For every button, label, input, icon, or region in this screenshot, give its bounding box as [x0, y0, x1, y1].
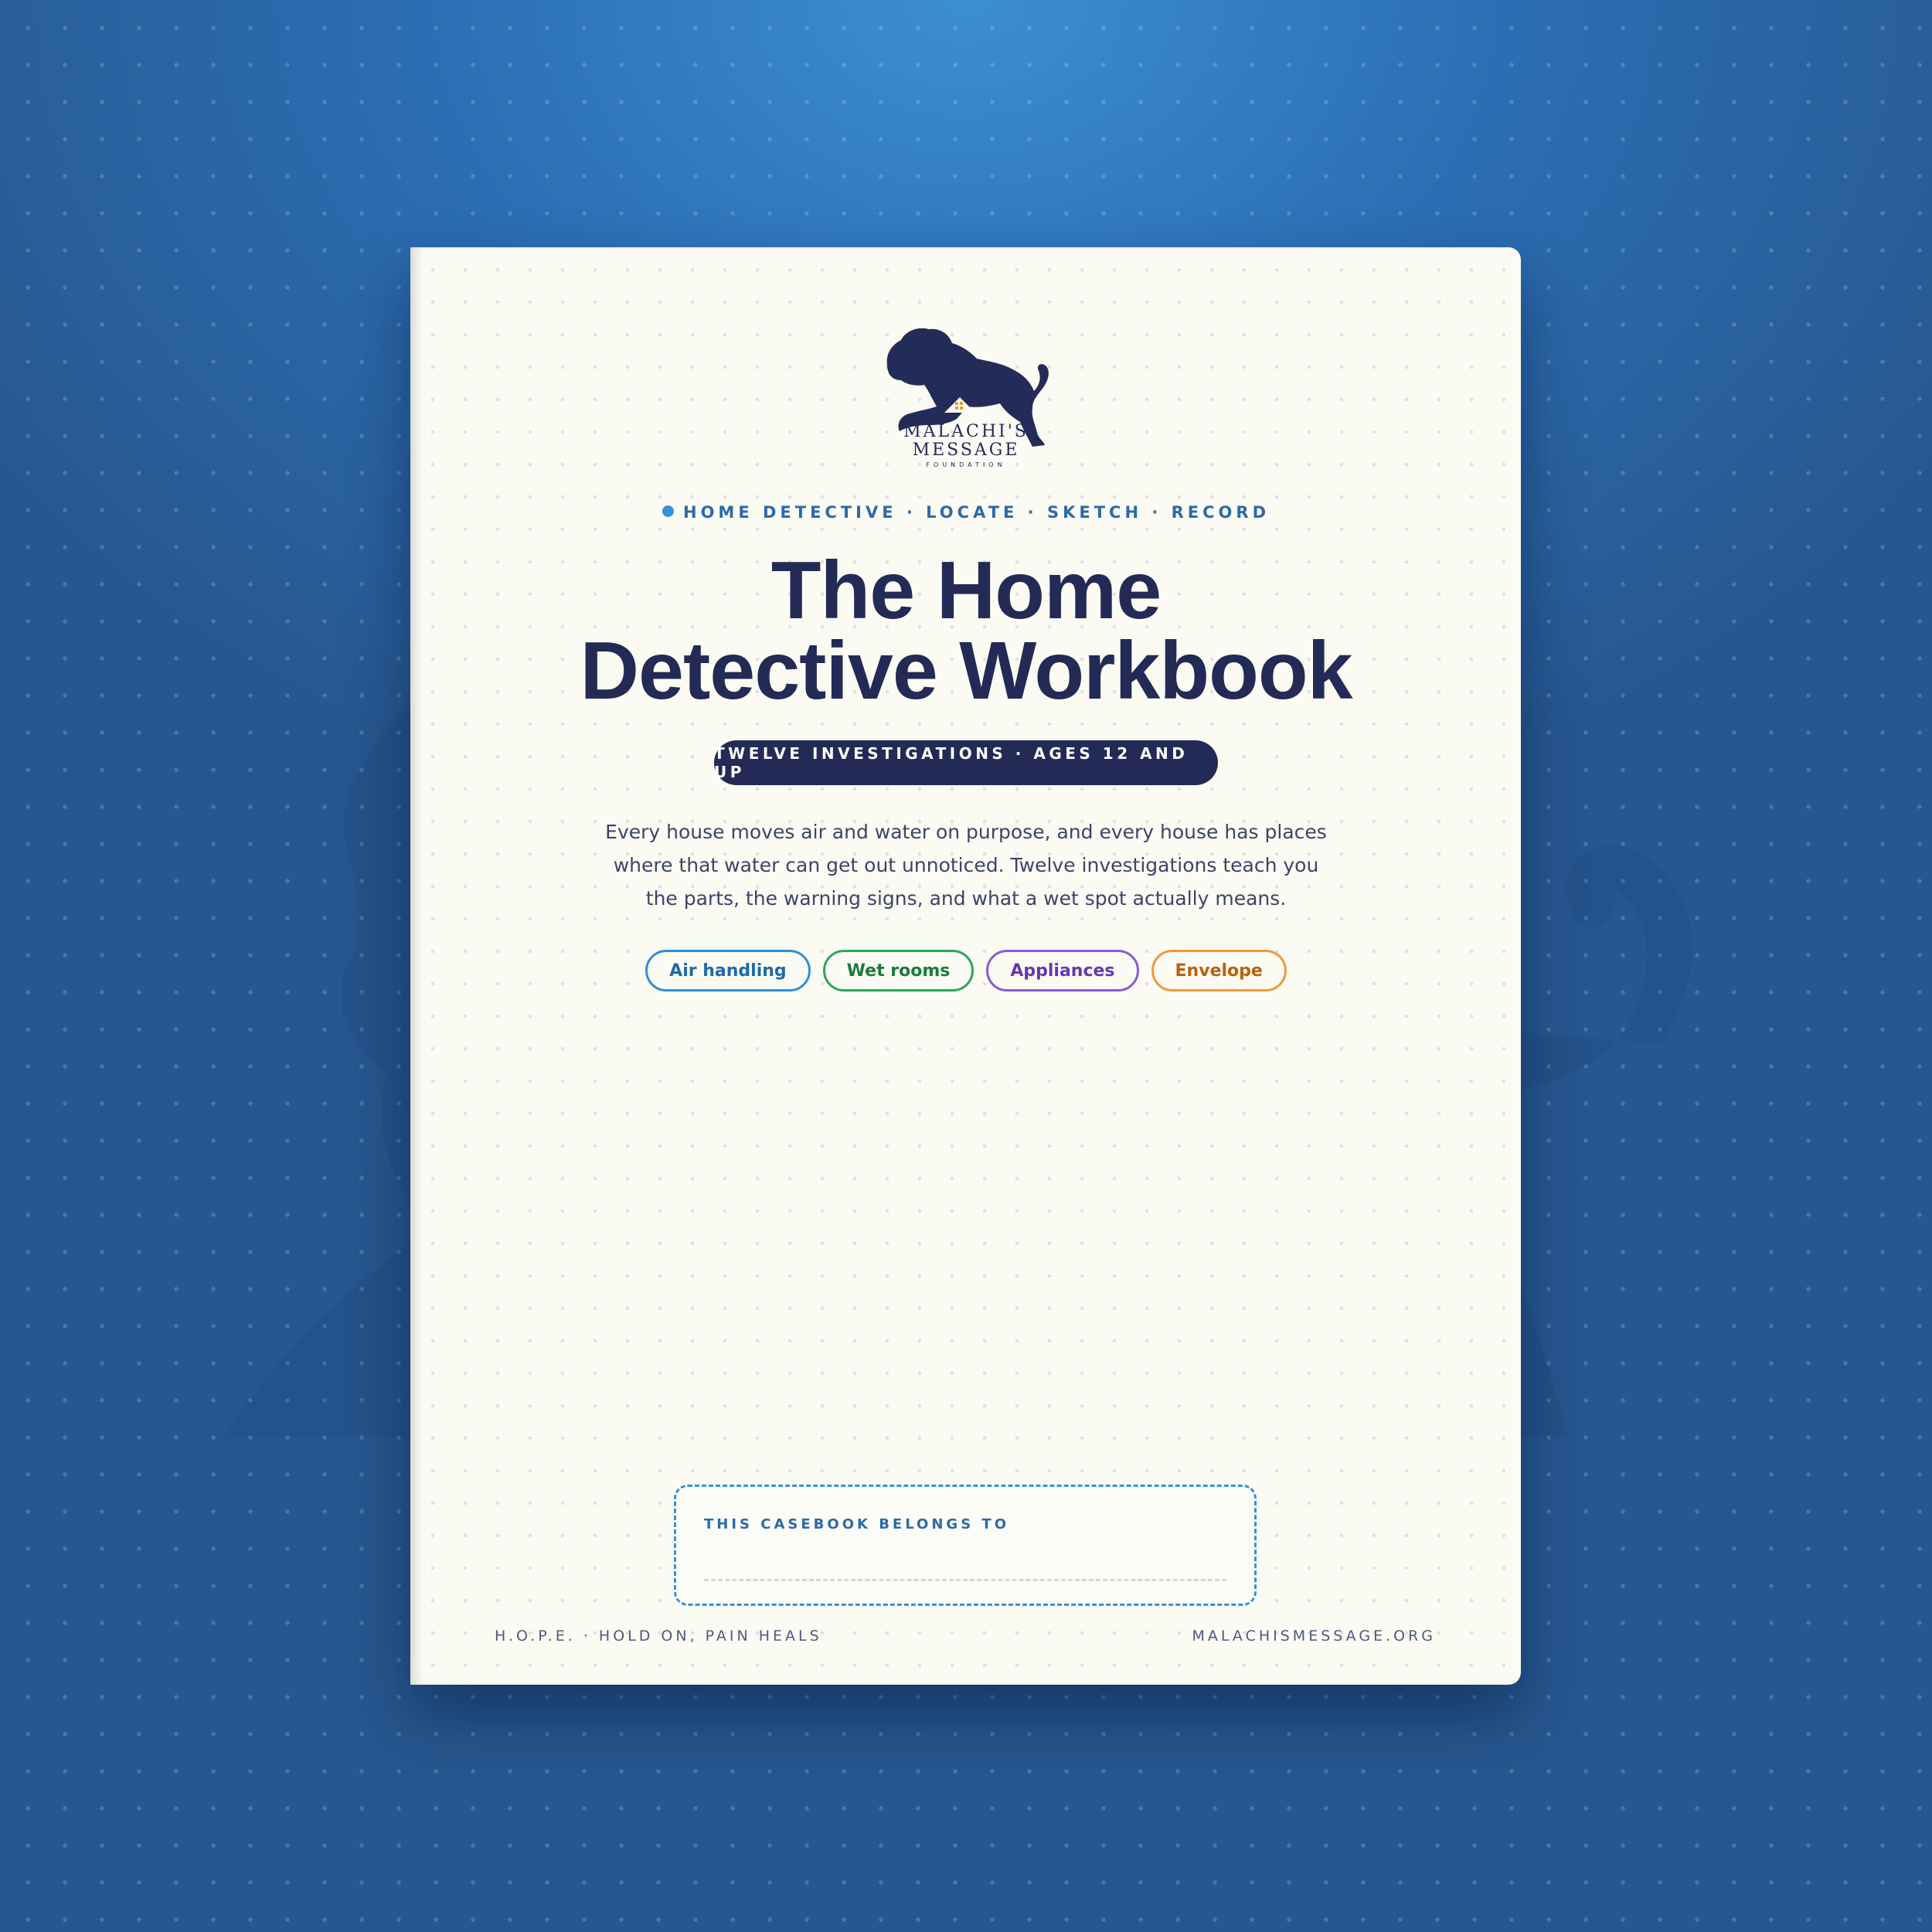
footer-website: MALACHISMESSAGE.ORG — [1192, 1628, 1436, 1645]
tag-envelope: Envelope — [1151, 950, 1287, 992]
title-line1: The Home — [770, 545, 1162, 636]
title-line2: Detective Workbook — [580, 625, 1352, 716]
owner-name-box[interactable]: THIS CASEBOOK BELONGS TO — [674, 1485, 1257, 1606]
description-line3: the parts, the warning signs, and what a… — [645, 887, 1287, 910]
audience-badge: TWELVE INVESTIGATIONS · AGES 12 AND UP — [714, 740, 1218, 785]
tag-air-handling: Air handling — [645, 950, 811, 992]
topic-tags: Air handling Wet rooms Appliances Envelo… — [0, 950, 1932, 992]
tag-appliances: Appliances — [986, 950, 1139, 992]
eyebrow-label: HOME DETECTIVE · LOCATE · SKETCH · RECOR… — [0, 503, 1932, 522]
page-title: The Home Detective Workbook — [0, 545, 1932, 716]
description-line1: Every house moves air and water on purpo… — [605, 821, 1327, 843]
owner-label: THIS CASEBOOK BELONGS TO — [704, 1516, 1010, 1532]
tag-wet-rooms: Wet rooms — [822, 950, 975, 992]
description-line2: where that water can get out unnoticed. … — [613, 854, 1319, 876]
logo-wordmark-line3: FOUNDATION — [926, 461, 1006, 468]
description: Every house moves air and water on purpo… — [595, 815, 1337, 915]
logo-wordmark-line2: MESSAGE — [912, 440, 1020, 460]
footer-motto: H.O.P.E. · HOLD ON, PAIN HEALS — [495, 1628, 822, 1645]
eyebrow-dot-icon — [662, 505, 674, 517]
eyebrow-text: HOME DETECTIVE · LOCATE · SKETCH · RECOR… — [683, 503, 1270, 522]
owner-name-line[interactable] — [704, 1579, 1226, 1581]
logo-wordmark-line1: MALACHI'S — [903, 422, 1029, 441]
